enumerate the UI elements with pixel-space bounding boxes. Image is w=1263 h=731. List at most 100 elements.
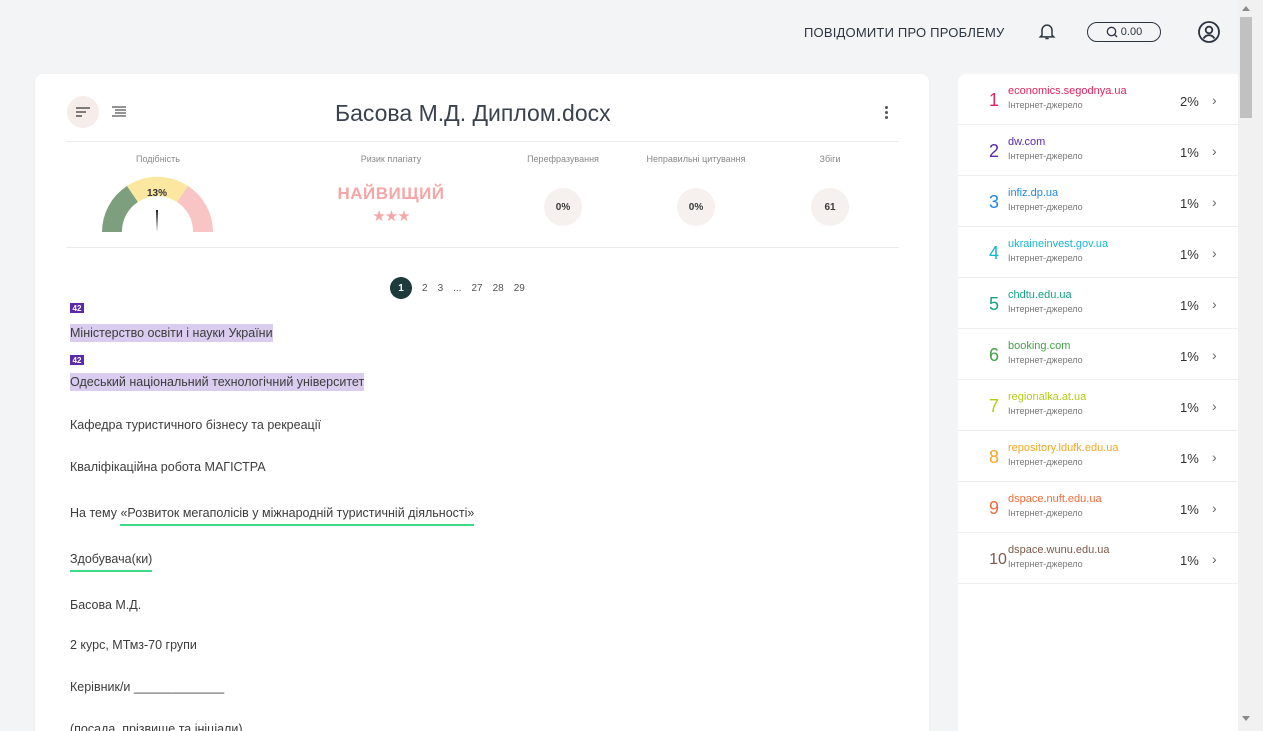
doc-paragraph: Здобувача(ки) xyxy=(70,552,153,572)
page-2-button[interactable]: 2 xyxy=(422,283,428,294)
source-item[interactable]: 8 repository.ldufk.edu.ua Інтернет-джере… xyxy=(958,431,1238,482)
page-1-button[interactable]: 1 xyxy=(390,277,412,299)
more-menu-icon[interactable] xyxy=(880,102,892,122)
source-item[interactable]: 9 dspace.nuft.edu.ua Інтернет-джерело 1%… xyxy=(958,482,1238,533)
chevron-right-icon: › xyxy=(1212,92,1217,108)
source-item[interactable]: 10 dspace.wunu.edu.ua Інтернет-джерело 1… xyxy=(958,533,1238,584)
source-domain: ukraineinvest.gov.ua xyxy=(1008,238,1109,250)
page-28-button[interactable]: 28 xyxy=(493,283,504,294)
source-domain: regionalka.at.ua xyxy=(1008,391,1087,403)
source-item[interactable]: 6 booking.com Інтернет-джерело 1% › xyxy=(958,329,1238,380)
source-percent: 1% xyxy=(1180,451,1199,466)
highlighted-match[interactable]: Одеський національний технологічний унів… xyxy=(70,373,365,391)
chevron-right-icon: › xyxy=(1212,551,1217,567)
page-3-button[interactable]: 3 xyxy=(438,283,444,294)
report-problem-link[interactable]: ПОВІДОМИТИ ПРО ПРОБЛЕМУ xyxy=(804,25,1004,40)
doc-paragraph[interactable]: Одеський національний технологічний унів… xyxy=(70,373,365,391)
chevron-right-icon: › xyxy=(1212,500,1217,516)
source-percent: 1% xyxy=(1180,298,1199,313)
balance-pill[interactable]: 0.00 xyxy=(1087,22,1161,42)
source-type: Інтернет-джерело xyxy=(1008,355,1083,365)
underlined-match[interactable]: Здобувача(ки) xyxy=(70,552,153,572)
chevron-right-icon: › xyxy=(1212,347,1217,363)
page-29-button[interactable]: 29 xyxy=(514,283,525,294)
match-badge[interactable]: 42 xyxy=(70,355,84,365)
source-number: 1 xyxy=(988,90,999,110)
doc-paragraph[interactable]: Міністерство освіти і науки України xyxy=(70,324,273,342)
risk-label: Ризик плагіату xyxy=(360,154,422,164)
source-domain: dspace.wunu.edu.ua xyxy=(1008,544,1110,556)
citations-label: Неправильні цитування xyxy=(646,154,746,164)
citations-value: 0% xyxy=(677,188,715,226)
source-percent: 1% xyxy=(1180,145,1199,160)
scroll-down-icon[interactable] xyxy=(1242,716,1250,721)
chevron-right-icon: › xyxy=(1212,398,1217,414)
coin-icon xyxy=(1106,26,1118,38)
bell-icon[interactable] xyxy=(1037,20,1057,42)
source-item[interactable]: 5 chdtu.edu.ua Інтернет-джерело 1% › xyxy=(958,278,1238,329)
source-type: Інтернет-джерело xyxy=(1008,304,1083,314)
chevron-right-icon: › xyxy=(1212,143,1217,159)
chevron-right-icon: › xyxy=(1212,449,1217,465)
match-badge[interactable]: 42 xyxy=(70,303,84,313)
sources-panel: 1 economics.segodnya.ua Інтернет-джерело… xyxy=(958,74,1238,731)
page-ellipsis: ... xyxy=(453,282,462,294)
source-percent: 1% xyxy=(1180,502,1199,517)
divider xyxy=(66,247,899,248)
document-title: Басова М.Д. Диплом.docx xyxy=(335,100,611,126)
top-bar: ПОВІДОМИТИ ПРО ПРОБЛЕМУ 0.00 xyxy=(0,0,1238,62)
source-number: 8 xyxy=(988,447,999,467)
doc-paragraph: На тему «Розвиток мегаполісів у міжнарод… xyxy=(70,506,475,526)
risk-value: НАЙВИЩИЙ xyxy=(337,184,445,203)
source-percent: 1% xyxy=(1180,349,1199,364)
doc-paragraph: Кваліфікаційна робота МАГІСТРА xyxy=(70,460,266,474)
source-number: 2 xyxy=(988,141,999,161)
source-item[interactable]: 2 dw.com Інтернет-джерело 1% › xyxy=(958,125,1238,176)
topic-prefix: На тему xyxy=(70,506,121,520)
user-icon[interactable] xyxy=(1197,20,1221,44)
source-domain: economics.segodnya.ua xyxy=(1008,85,1127,97)
chevron-right-icon: › xyxy=(1212,194,1217,210)
source-type: Інтернет-джерело xyxy=(1008,100,1083,110)
doc-paragraph: (посада, прізвище та ініціали) xyxy=(70,722,243,731)
source-item[interactable]: 7 regionalka.at.ua Інтернет-джерело 1% › xyxy=(958,380,1238,431)
highlighted-match[interactable]: Міністерство освіти і науки України xyxy=(70,324,273,342)
doc-paragraph: 2 курс, МТмз-70 групи xyxy=(70,638,197,652)
source-type: Інтернет-джерело xyxy=(1008,457,1083,467)
similarity-label: Подібність xyxy=(136,154,180,164)
chevron-right-icon: › xyxy=(1212,245,1217,261)
list-view-button[interactable] xyxy=(103,96,135,128)
source-domain: repository.ldufk.edu.ua xyxy=(1008,442,1119,454)
page-scrollbar[interactable] xyxy=(1238,0,1263,731)
doc-paragraph: Керівник/и _____________ xyxy=(70,680,225,694)
source-percent: 1% xyxy=(1180,247,1199,262)
source-type: Інтернет-джерело xyxy=(1008,559,1083,569)
source-number: 3 xyxy=(988,192,999,212)
source-type: Інтернет-джерело xyxy=(1008,253,1083,263)
similarity-gauge: 13% xyxy=(102,176,213,232)
source-item[interactable]: 3 infiz.dp.ua Інтернет-джерело 1% › xyxy=(958,176,1238,227)
scroll-up-icon[interactable] xyxy=(1242,6,1250,11)
source-number: 9 xyxy=(988,498,999,518)
source-number: 7 xyxy=(988,396,999,416)
sort-lines-icon xyxy=(76,107,90,117)
source-domain: dw.com xyxy=(1008,136,1046,148)
divider xyxy=(66,141,899,142)
scrollbar-thumb[interactable] xyxy=(1240,17,1252,118)
source-item[interactable]: 4 ukraineinvest.gov.ua Інтернет-джерело … xyxy=(958,227,1238,278)
similarity-value: 13% xyxy=(147,188,167,199)
source-type: Інтернет-джерело xyxy=(1008,151,1083,161)
source-number: 4 xyxy=(988,243,999,263)
source-percent: 2% xyxy=(1180,94,1199,109)
document-card: Басова М.Д. Диплом.docx Подібність Ризик… xyxy=(35,74,929,731)
underlined-match[interactable]: «Розвиток мегаполісів у міжнародній тури… xyxy=(120,506,475,526)
sort-view-button[interactable] xyxy=(67,96,99,128)
paraphrase-label: Перефразування xyxy=(527,154,599,164)
source-number: 5 xyxy=(988,294,999,314)
source-percent: 1% xyxy=(1180,196,1199,211)
page-27-button[interactable]: 27 xyxy=(471,283,482,294)
paraphrase-value: 0% xyxy=(544,188,582,226)
source-item[interactable]: 1 economics.segodnya.ua Інтернет-джерело… xyxy=(958,74,1238,125)
doc-paragraph: Басова М.Д. xyxy=(70,598,142,612)
source-domain: booking.com xyxy=(1008,340,1071,352)
